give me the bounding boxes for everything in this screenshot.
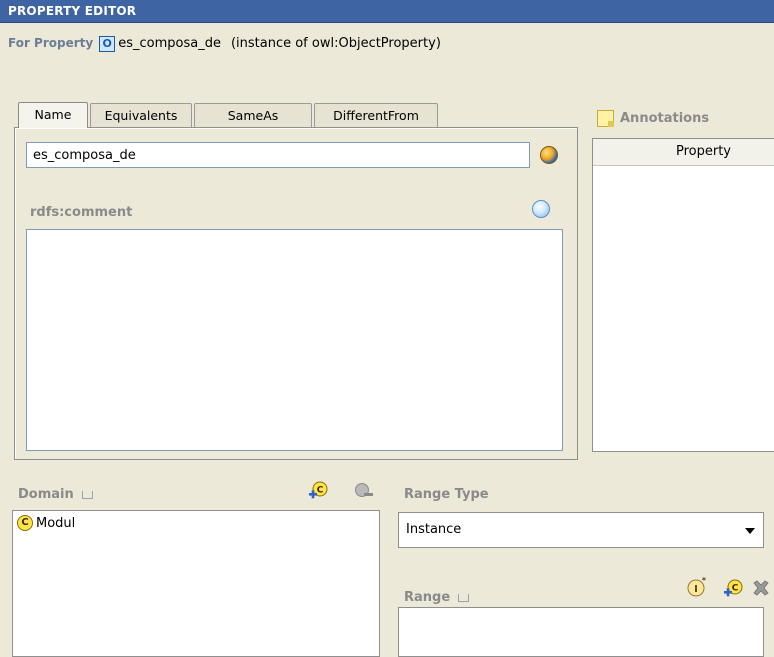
panel-title: PROPERTY EDITOR [0,0,774,23]
bubble-icon[interactable] [532,200,550,218]
remove-class-icon[interactable] [354,482,374,500]
domain-label-text: Domain [18,487,74,502]
globe-icon[interactable] [540,146,558,164]
delete-icon[interactable] [751,578,771,598]
for-property-label: For Property [8,36,94,50]
domain-label: Domain [18,487,93,502]
list-item[interactable]: C Modul [17,515,75,531]
annotations-table[interactable]: Property [592,138,774,452]
property-instance-of: (instance of owl:ObjectProperty) [230,36,441,51]
svg-text:C: C [732,584,739,594]
add-instance-icon[interactable]: I * [686,576,708,598]
tab-name[interactable]: Name [18,102,88,128]
range-label: Range [404,590,470,605]
corner-icon [81,490,93,499]
chevron-down-icon[interactable] [745,528,755,534]
svg-text:C: C [317,486,324,496]
add-class-icon[interactable]: C [722,578,744,600]
svg-text:*: * [702,576,707,585]
object-property-icon: O [99,35,116,52]
annotations-column-property[interactable]: Property [593,139,774,166]
tab-sameas[interactable]: SameAs [194,103,312,128]
corner-icon [458,593,470,602]
range-list[interactable] [398,607,764,657]
class-icon: C [17,515,33,531]
tab-equivalents[interactable]: Equivalents [90,103,192,128]
annotations-header: Annotations [597,110,709,127]
range-type-select[interactable]: Instance [398,512,764,548]
property-editor: PROPERTY EDITOR For Property Oes_composa_… [0,0,774,657]
range-type-label: Range Type [404,487,489,502]
comment-textarea[interactable] [26,229,563,451]
note-icon [597,110,614,127]
name-input[interactable] [26,142,530,168]
annotations-title: Annotations [620,111,710,126]
domain-list[interactable]: C Modul [12,510,380,657]
domain-item-label: Modul [36,515,76,531]
range-label-text: Range [404,590,451,605]
tab-differentfrom[interactable]: DifferentFrom [314,103,438,128]
add-class-icon[interactable]: C [307,480,329,502]
range-type-value: Instance [406,522,462,537]
for-property-row: For Property Oes_composa_de (instance of o… [8,30,441,56]
svg-text:I: I [694,584,698,595]
rdfs-comment-label: rdfs:comment [30,205,133,220]
property-name: es_composa_de [118,36,221,51]
